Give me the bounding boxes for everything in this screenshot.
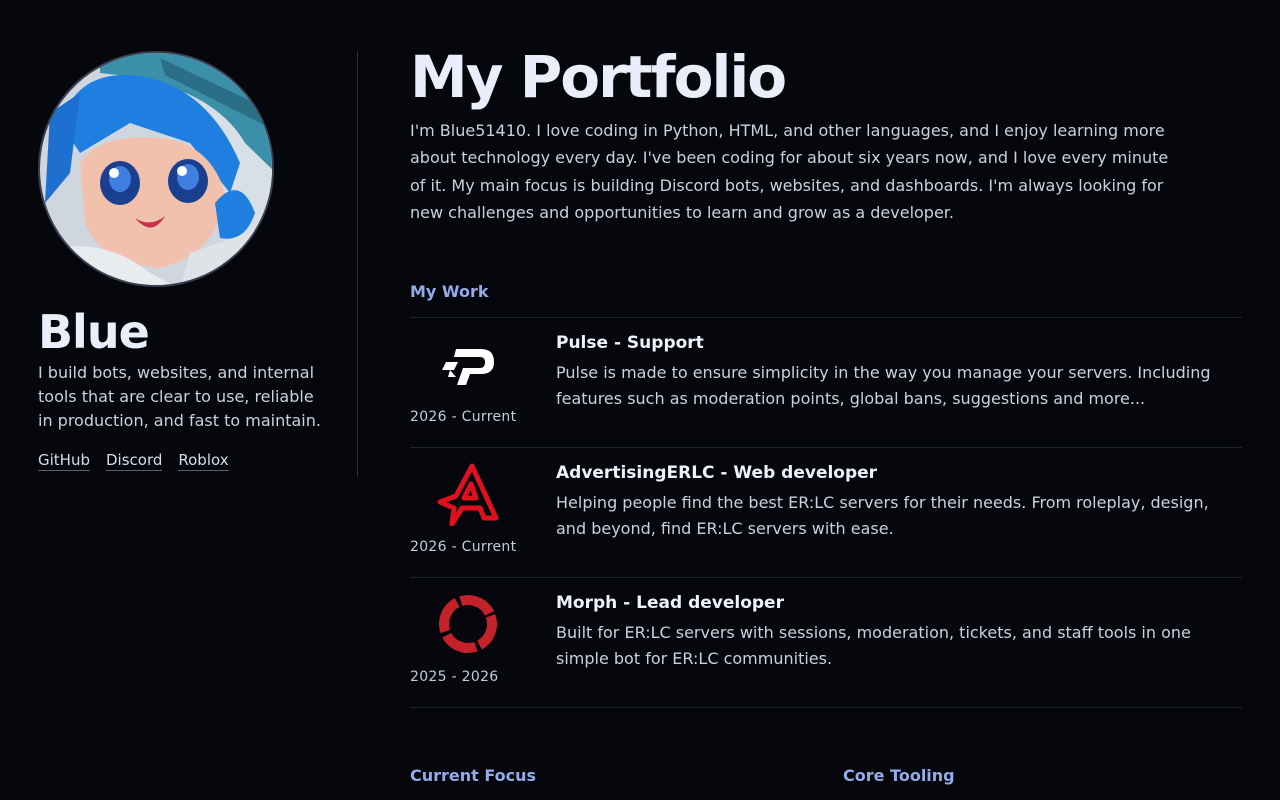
main-content: My Portfolio I'm Blue51410. I love codin… [410, 44, 1242, 708]
work-heading: My Work [410, 281, 489, 301]
pulse-logo-icon [436, 332, 500, 396]
work-dates: 2026 - Current [410, 538, 517, 555]
intro-paragraph: I'm Blue51410. I love coding in Python, … [410, 120, 1169, 223]
work-item-meta: 2025 - 2026 [410, 578, 556, 707]
core-tooling-heading: Core Tooling [843, 766, 955, 785]
roblox-link[interactable]: Roblox [178, 451, 229, 471]
github-link[interactable]: GitHub [38, 451, 90, 471]
work-item-meta: 2026 - Current [410, 448, 556, 577]
work-dates: 2025 - 2026 [410, 668, 499, 685]
work-description: Pulse is made to ensure simplicity in th… [556, 362, 1211, 408]
current-focus-heading: Current Focus [410, 766, 537, 785]
social-links: GitHub Discord Roblox [38, 451, 357, 471]
page-title: My Portfolio [410, 43, 787, 111]
work-title: Pulse - Support [556, 332, 704, 353]
work-description: Built for ER:LC servers with sessions, m… [556, 622, 1191, 668]
morph-logo-icon [436, 592, 500, 656]
work-item-advertisingerlc: 2026 - Current AdvertisingERLC - Web dev… [410, 448, 1242, 578]
work-list: 2026 - Current Pulse - Support Pulse is … [410, 316, 1242, 708]
avatar [38, 51, 274, 287]
work-description: Helping people find the best ER:LC serve… [556, 492, 1209, 538]
advertisingerlc-logo-icon [436, 462, 500, 527]
work-item-body: AdvertisingERLC - Web developer Helping … [556, 448, 1242, 577]
work-item-pulse: 2026 - Current Pulse - Support Pulse is … [410, 318, 1242, 448]
discord-link[interactable]: Discord [105, 451, 163, 471]
work-item-meta: 2026 - Current [410, 318, 556, 447]
portfolio-page: Blue I build bots, websites, and interna… [0, 0, 1280, 800]
work-item-morph: 2025 - 2026 Morph - Lead developer Built… [410, 578, 1242, 708]
work-item-body: Pulse - Support Pulse is made to ensure … [556, 318, 1242, 447]
work-item-body: Morph - Lead developer Built for ER:LC s… [556, 578, 1242, 707]
profile-name: Blue [38, 305, 150, 359]
profile-sidebar: Blue I build bots, websites, and interna… [38, 51, 358, 477]
work-title: AdvertisingERLC - Web developer [556, 462, 878, 483]
profile-bio: I build bots, websites, and internal too… [38, 363, 321, 430]
work-title: Morph - Lead developer [556, 592, 784, 613]
work-dates: 2026 - Current [410, 408, 517, 425]
